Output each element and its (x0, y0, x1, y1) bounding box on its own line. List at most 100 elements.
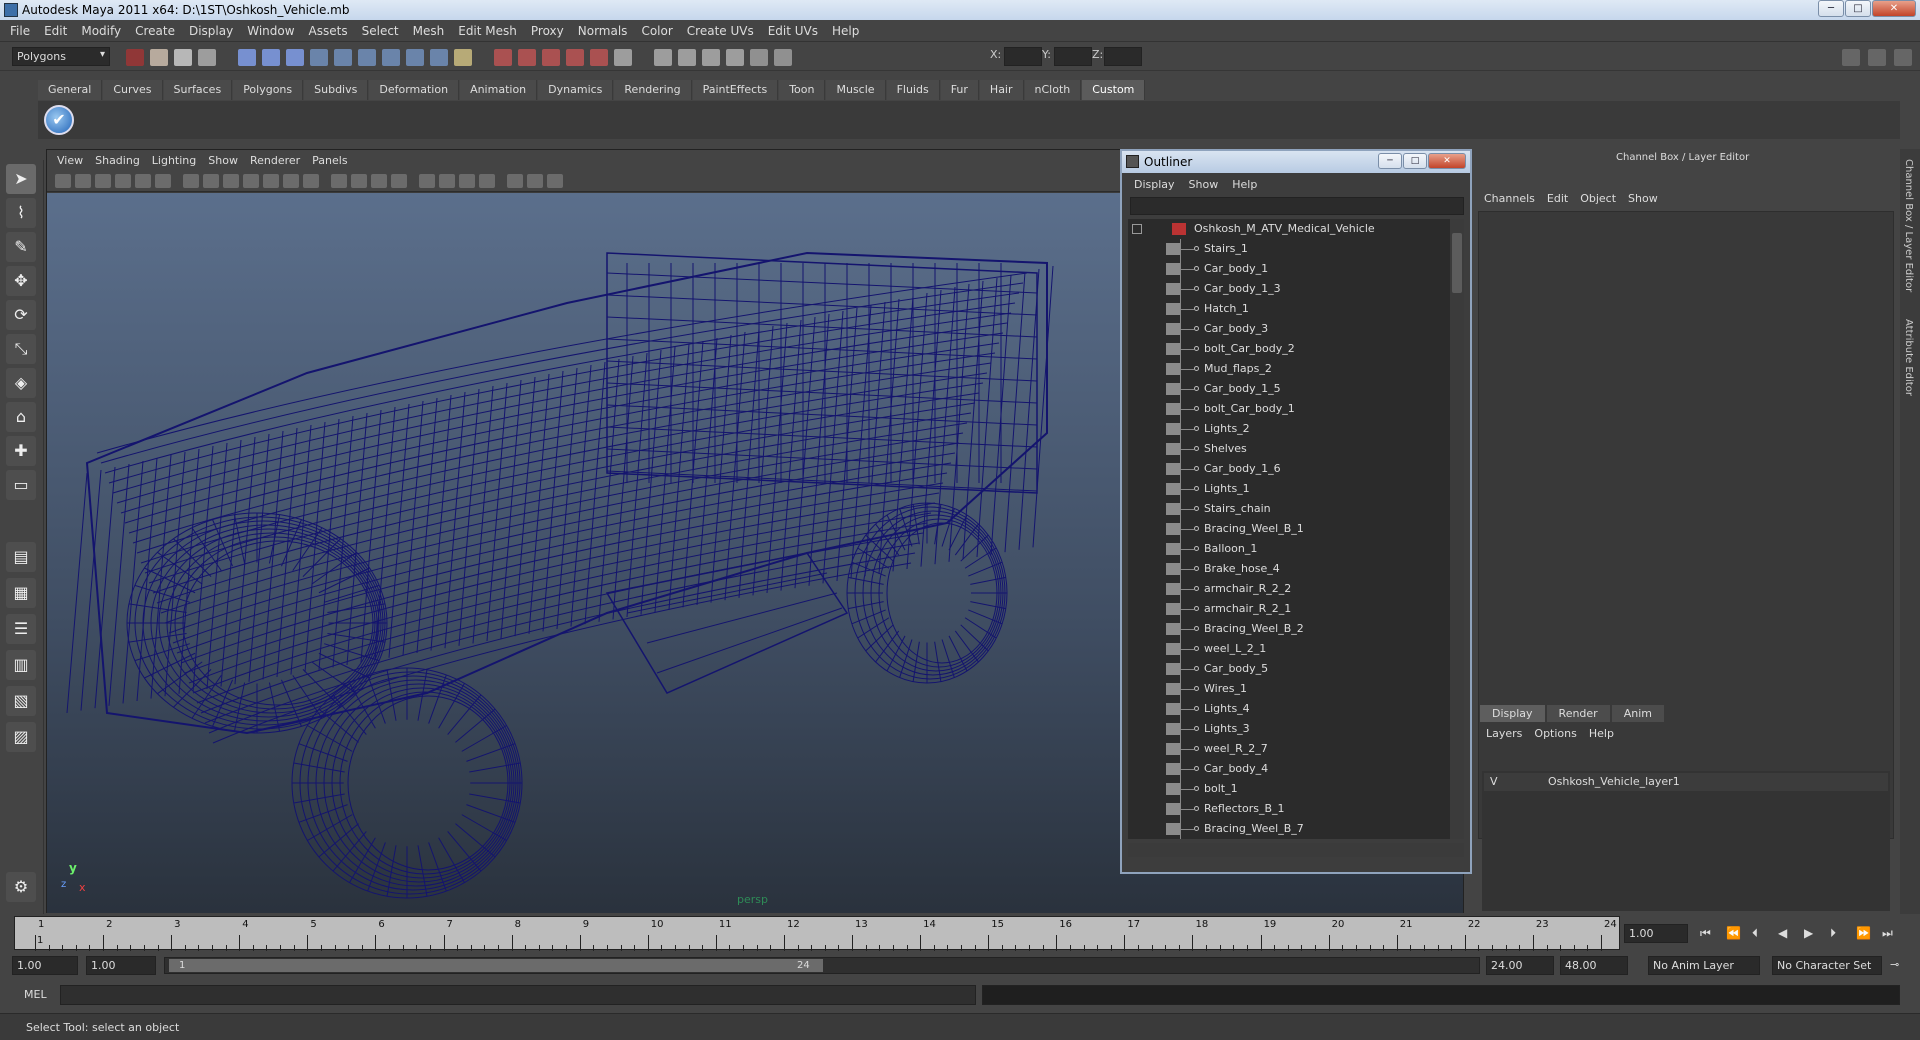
shelf-tab-custom[interactable]: Custom (1082, 80, 1146, 100)
status-tool-9-icon[interactable] (334, 49, 352, 66)
status-tool-11-icon[interactable] (382, 49, 400, 66)
viewport-tool-7-icon[interactable] (183, 174, 199, 188)
viewport-tool-20-icon[interactable] (459, 174, 475, 188)
status-tool-10-icon[interactable] (358, 49, 376, 66)
channel-box-menu-show[interactable]: Show (1624, 192, 1666, 205)
channel-box-side-tab[interactable]: Channel Box / Layer Editor (1903, 159, 1914, 292)
shelf-tab-ncloth[interactable]: nCloth (1024, 80, 1082, 100)
animation-end-field[interactable]: 48.00 (1560, 956, 1628, 975)
x-field[interactable] (1004, 47, 1042, 66)
shelf-tab-fur[interactable]: Fur (940, 80, 979, 100)
menu-normals[interactable]: Normals (572, 24, 636, 38)
shelf-tab-painteffects[interactable]: PaintEffects (692, 80, 779, 100)
outliner-title-bar[interactable]: Outliner ─ □ ✕ (1122, 151, 1470, 173)
status-tool-8-icon[interactable] (310, 49, 328, 66)
shelf-tab-subdivs[interactable]: Subdivs (304, 80, 369, 100)
manipulator-tool-icon[interactable]: ◈ (6, 368, 36, 398)
paint-select-tool-icon[interactable]: ✎ (6, 232, 36, 262)
outliner-item-label[interactable]: Balloon_1 (1204, 542, 1257, 555)
outliner-item-label[interactable]: Lights_4 (1204, 702, 1250, 715)
outliner-item[interactable]: Car_body_5 (1128, 659, 1450, 679)
status-tool-12-icon[interactable] (406, 49, 424, 66)
menu-proxy[interactable]: Proxy (525, 24, 572, 38)
attribute-editor-toggle-icon[interactable] (1868, 49, 1886, 66)
viewport-tool-6-icon[interactable] (155, 174, 171, 188)
scale-tool-icon[interactable]: ⤡ (6, 334, 36, 364)
outliner-item[interactable]: Wires_1 (1128, 679, 1450, 699)
viewport-tool-3-icon[interactable] (95, 174, 111, 188)
layer-name[interactable]: Oshkosh_Vehicle_layer1 (1548, 775, 1680, 788)
shelf-tab-polygons[interactable]: Polygons (233, 80, 304, 100)
step-forward-key-icon[interactable]: ⏩ (1856, 926, 1871, 940)
outliner-item[interactable]: Lights_2 (1128, 419, 1450, 439)
shelf-tab-muscle[interactable]: Muscle (826, 80, 886, 100)
outliner-item[interactable]: armchair_R_2_2 (1128, 579, 1450, 599)
playback-start-field[interactable]: 1.00 (86, 956, 156, 975)
outliner-item[interactable]: Brake_hose_4 (1128, 559, 1450, 579)
viewport-tool-13-icon[interactable] (303, 174, 319, 188)
step-forward-frame-icon[interactable]: ⏵ (1830, 926, 1836, 941)
outliner-menu-display[interactable]: Display (1130, 178, 1185, 191)
step-back-key-icon[interactable]: ⏪ (1726, 926, 1741, 940)
current-frame-field[interactable]: 1.00 (1624, 924, 1688, 943)
viewport-tool-17-icon[interactable] (391, 174, 407, 188)
channel-box-menu-object[interactable]: Object (1576, 192, 1624, 205)
checkmark-shelf-icon[interactable]: ✔ (44, 105, 74, 135)
status-tool-17-icon[interactable] (542, 49, 560, 66)
outliner-item[interactable]: Hatch_1 (1128, 299, 1450, 319)
outliner-item-label[interactable]: bolt_Car_body_1 (1204, 402, 1295, 415)
maximize-button[interactable]: □ (1845, 0, 1871, 17)
command-input[interactable] (60, 985, 976, 1005)
outliner-item[interactable]: Car_body_1_3 (1128, 279, 1450, 299)
viewport-tool-19-icon[interactable] (439, 174, 455, 188)
move-tool-icon[interactable]: ✥ (6, 266, 36, 296)
outliner-item[interactable]: Car_body_1_6 (1128, 459, 1450, 479)
hypershade-layout-icon[interactable]: ▧ (6, 686, 36, 716)
outliner-item-label[interactable]: Lights_2 (1204, 422, 1250, 435)
shelf-tab-surfaces[interactable]: Surfaces (163, 80, 233, 100)
outliner-item-label[interactable]: Car_body_1_5 (1204, 382, 1281, 395)
outliner-item-label[interactable]: Mud_flaps_2 (1204, 362, 1272, 375)
outliner-item-label[interactable]: bolt_1 (1204, 782, 1238, 795)
outliner-item-label[interactable]: Brake_hose_4 (1204, 562, 1280, 575)
shelf-tab-dynamics[interactable]: Dynamics (538, 80, 614, 100)
play-forwards-icon[interactable]: ▶ (1804, 926, 1813, 940)
status-tool-19-icon[interactable] (590, 49, 608, 66)
outliner-minimize-button[interactable]: ─ (1378, 153, 1402, 169)
status-tool-20-icon[interactable] (614, 49, 632, 66)
status-tool-2-icon[interactable] (150, 49, 168, 66)
range-bar[interactable]: 1 24 (169, 959, 823, 972)
custom-layout-icon[interactable]: ▨ (6, 722, 36, 752)
viewport-tool-5-icon[interactable] (135, 174, 151, 188)
outliner-item[interactable]: Car_body_4 (1128, 759, 1450, 779)
status-tool-1-icon[interactable] (126, 49, 144, 66)
menu-select[interactable]: Select (356, 24, 407, 38)
outliner-item-label[interactable]: Bracing_Weel_B_1 (1204, 522, 1304, 535)
outliner-item[interactable]: Balloon_1 (1128, 539, 1450, 559)
viewport-tool-14-icon[interactable] (331, 174, 347, 188)
outliner-root-row[interactable]: Oshkosh_M_ATV_Medical_Vehicle (1128, 219, 1450, 239)
viewport-tool-4-icon[interactable] (115, 174, 131, 188)
menu-mesh[interactable]: Mesh (407, 24, 453, 38)
select-tool-icon[interactable]: ➤ (6, 164, 36, 194)
outliner-item[interactable]: weel_R_2_7 (1128, 739, 1450, 759)
last-tool-icon[interactable]: ▭ (6, 470, 36, 500)
outliner-item-label[interactable]: Bracing_Weel_B_2 (1204, 622, 1304, 635)
status-tool-6-icon[interactable] (262, 49, 280, 66)
outliner-item-label[interactable]: Car_body_3 (1204, 322, 1268, 335)
play-backwards-icon[interactable]: ◀ (1778, 926, 1787, 940)
layer-menu-help[interactable]: Help (1585, 727, 1622, 740)
single-pane-layout-icon[interactable]: ▤ (6, 542, 36, 572)
outliner-item[interactable]: Car_body_1_5 (1128, 379, 1450, 399)
close-button[interactable]: ✕ (1872, 0, 1916, 17)
outliner-item[interactable]: weel_L_2_1 (1128, 639, 1450, 659)
menu-assets[interactable]: Assets (303, 24, 356, 38)
menu-modify[interactable]: Modify (75, 24, 129, 38)
status-tool-23-icon[interactable] (702, 49, 720, 66)
lasso-tool-icon[interactable]: ⌇ (6, 198, 36, 228)
attribute-editor-side-tab[interactable]: Attribute Editor (1903, 319, 1914, 396)
collapse-icon[interactable] (1132, 224, 1142, 234)
outliner-item[interactable]: Stairs_1 (1128, 239, 1450, 259)
layer-tab-display[interactable]: Display (1480, 705, 1545, 722)
viewport-menu-renderer[interactable]: Renderer (246, 154, 308, 167)
